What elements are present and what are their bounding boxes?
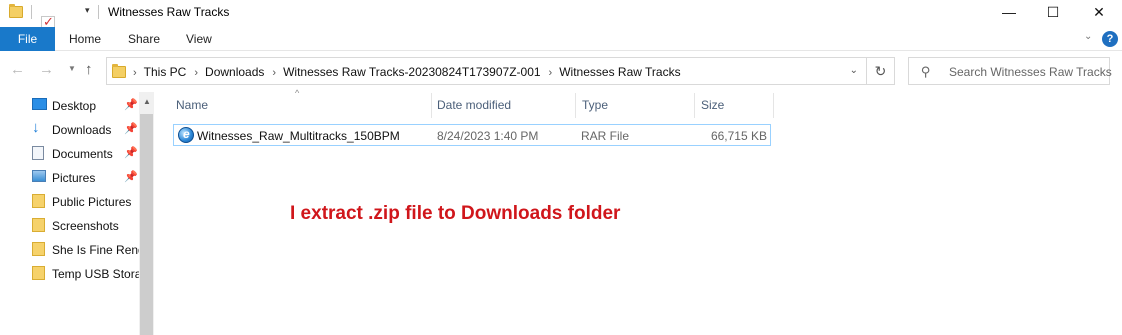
downloads-icon: ↓ (32, 119, 40, 136)
close-button[interactable]: ✕ (1076, 0, 1122, 24)
search-input[interactable]: ⚲ Search Witnesses Raw Tracks (908, 57, 1112, 85)
pictures-icon (32, 170, 46, 182)
sidebar-item-label: Public Pictures (52, 195, 132, 209)
navigation-pane: Desktop ↓ Downloads Documents Pictures P… (0, 92, 154, 335)
breadcrumb-separator: › (272, 67, 277, 79)
pin-icon[interactable]: 📌 (124, 170, 138, 183)
file-type: RAR File (581, 129, 630, 143)
pin-icon[interactable]: 📌 (124, 146, 138, 159)
table-row[interactable]: Witnesses_Raw_Multitracks_150BPM 8/24/20… (173, 124, 771, 146)
breadcrumb: › This PC › Downloads › Witnesses Raw Tracks-… (133, 65, 681, 79)
column-divider[interactable] (431, 93, 432, 118)
help-icon[interactable]: ? (1102, 31, 1118, 47)
sidebar-item-label: Pictures (52, 171, 96, 185)
maximize-button[interactable]: ☐ (1030, 0, 1076, 24)
file-size: 66,715 KB (710, 129, 767, 143)
folder-icon (32, 266, 45, 280)
breadcrumb-this-pc[interactable]: This PC (144, 65, 187, 79)
scroll-up-icon[interactable]: ▲ (143, 97, 151, 106)
column-divider[interactable] (694, 93, 695, 118)
window-title: Witnesses Raw Tracks (108, 5, 230, 19)
sidebar-item-label: Desktop (52, 99, 97, 113)
tab-file[interactable]: File (0, 27, 55, 51)
sidebar-item-she-is-fine[interactable]: She Is Fine Rend (32, 238, 142, 260)
tab-home[interactable]: Home (69, 27, 101, 51)
column-header-size[interactable]: Size (701, 98, 724, 112)
file-date-modified: 8/24/2023 1:40 PM (437, 129, 539, 143)
folder-icon (9, 4, 23, 18)
recent-locations-icon[interactable]: ▼ (68, 64, 76, 73)
sidebar-item-temp-usb-storage[interactable]: Temp USB Storag (32, 262, 142, 284)
sidebar-item-public-pictures[interactable]: Public Pictures (32, 190, 142, 212)
title-bar: ▾ Witnesses Raw Tracks — ☐ ✕ (0, 0, 1122, 44)
breadcrumb-witnesses-raw-tracks[interactable]: Witnesses Raw Tracks (559, 65, 680, 79)
sort-ascending-icon: ^ (295, 88, 300, 98)
pin-icon[interactable]: 📌 (124, 122, 138, 135)
address-dropdown-icon[interactable]: ⌄ (850, 65, 858, 76)
rar-file-icon (178, 127, 194, 143)
ribbon-tabs: File Home Share View ⌄ ? (0, 27, 1122, 51)
expand-ribbon-icon[interactable]: ⌄ (1084, 31, 1092, 42)
column-header-date-modified[interactable]: Date modified (437, 98, 511, 112)
breadcrumb-separator: › (194, 67, 199, 79)
sidebar-item-label: Documents (52, 147, 113, 161)
breadcrumb-downloads[interactable]: Downloads (205, 65, 264, 79)
pin-icon[interactable]: 📌 (124, 98, 138, 111)
back-button[interactable]: ← (10, 61, 25, 78)
breadcrumb-separator: › (548, 67, 553, 79)
tab-view[interactable]: View (186, 27, 212, 51)
folder-icon (32, 218, 45, 232)
column-divider[interactable] (773, 93, 774, 118)
search-placeholder: Search Witnesses Raw Tracks (949, 65, 1112, 79)
minimize-button[interactable]: — (986, 0, 1032, 24)
search-icon: ⚲ (921, 64, 931, 79)
column-divider[interactable] (575, 93, 576, 118)
column-header-name[interactable]: Name (176, 98, 208, 112)
customize-quick-access-icon[interactable]: ▾ (85, 5, 90, 16)
desktop-icon (32, 98, 47, 110)
address-bar[interactable]: › This PC › Downloads › Witnesses Raw Tracks-… (106, 57, 867, 85)
file-name[interactable]: Witnesses_Raw_Multitracks_150BPM (197, 129, 400, 143)
annotation-text: I extract .zip file to Downloads folder (290, 203, 621, 224)
sidebar-item-screenshots[interactable]: Screenshots (32, 214, 142, 236)
folder-icon (32, 242, 45, 256)
folder-icon (112, 64, 126, 78)
toolbar-separator (98, 5, 99, 19)
toolbar-separator (31, 5, 32, 19)
sidebar-item-label: Downloads (52, 123, 112, 137)
tab-share[interactable]: Share (128, 27, 160, 51)
sidebar-item-label: Temp USB Storag (52, 267, 142, 281)
up-button[interactable]: ↑ (85, 61, 93, 78)
column-header-type[interactable]: Type (582, 98, 608, 112)
scrollbar-thumb[interactable] (140, 114, 153, 335)
refresh-button[interactable]: ↻ (867, 57, 895, 85)
sidebar-item-label: Screenshots (52, 219, 119, 233)
sidebar-item-label: She Is Fine Rend (52, 243, 142, 257)
breadcrumb-separator: › (133, 67, 137, 79)
breadcrumb-witnesses-raw-tracks-zip[interactable]: Witnesses Raw Tracks-20230824T173907Z-00… (283, 65, 540, 79)
forward-button[interactable]: → (39, 61, 54, 78)
folder-icon (32, 194, 45, 208)
documents-icon (32, 146, 44, 160)
